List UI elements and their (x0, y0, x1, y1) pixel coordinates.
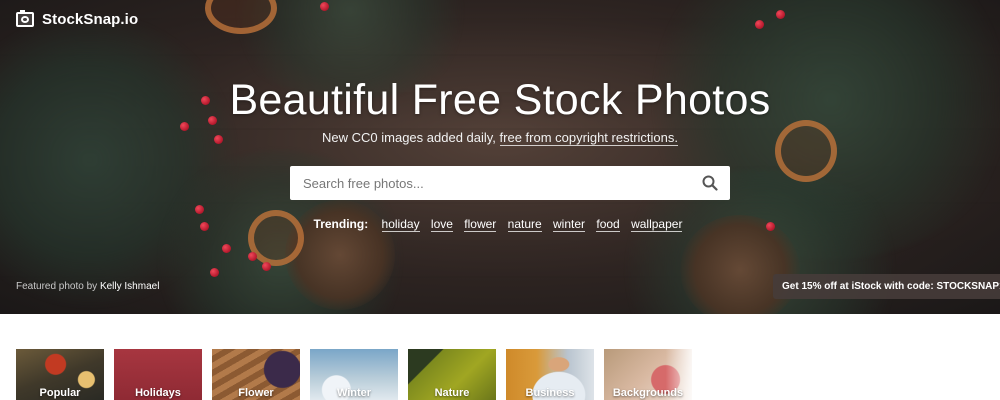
trending-tags: Trending: holiday love flower nature win… (0, 217, 1000, 232)
berry-decoration (320, 2, 329, 11)
category-tile-popular[interactable]: Popular (16, 349, 104, 400)
photo-credit: Featured photo by Kelly Ishmael (16, 281, 159, 292)
photographer-link[interactable]: Kelly Ishmael (100, 281, 159, 292)
berry-decoration (262, 262, 271, 271)
trending-tag-food[interactable]: food (596, 217, 620, 232)
category-tile-business[interactable]: Business (506, 349, 594, 400)
trending-tag-winter[interactable]: winter (553, 217, 586, 232)
copyright-info-link[interactable]: free from copyright restrictions. (499, 130, 678, 146)
category-tile-winter[interactable]: Winter (310, 349, 398, 400)
category-label: Winter (336, 387, 372, 399)
search-bar (290, 166, 730, 200)
category-label: Business (525, 387, 575, 399)
trending-label: Trending: (313, 217, 369, 231)
category-tile-holidays[interactable]: Holidays (114, 349, 202, 400)
berry-decoration (222, 244, 231, 253)
photo-credit-prefix: Featured photo by (16, 281, 100, 292)
category-list: Popular Holidays Flower Winter Nature Bu… (16, 349, 692, 400)
istock-promo-button[interactable]: Get 15% off at iStock with code: STOCKSN… (773, 274, 1000, 299)
camera-icon (16, 10, 34, 27)
site-name: StockSnap.io (42, 11, 139, 28)
category-label: Backgrounds (612, 387, 684, 399)
category-tile-nature[interactable]: Nature (408, 349, 496, 400)
trending-tag-love[interactable]: love (430, 217, 453, 232)
hero-title: Beautiful Free Stock Photos (229, 76, 771, 124)
berry-decoration (755, 20, 764, 29)
category-label: Holidays (135, 387, 181, 399)
category-label: Flower (238, 387, 274, 399)
search-button[interactable] (690, 166, 730, 200)
category-tile-backgrounds[interactable]: Backgrounds (604, 349, 692, 400)
hero-subtitle: New CC0 images added daily, free from co… (0, 130, 1000, 146)
search-input[interactable] (290, 167, 690, 199)
trending-tag-flower[interactable]: flower (464, 217, 497, 232)
search-icon (702, 175, 718, 191)
promo-text: Get 15% off at iStock with code: STOCKSN… (782, 281, 1000, 292)
trending-tag-nature[interactable]: nature (507, 217, 542, 232)
category-label: Nature (434, 387, 470, 399)
hero-banner: StockSnap.io Beautiful Free Stock Photos… (0, 0, 1000, 314)
berry-decoration (210, 268, 219, 277)
berry-decoration (776, 10, 785, 19)
trending-tag-holiday[interactable]: holiday (381, 217, 420, 232)
category-label: Popular (39, 387, 81, 399)
hero-subtitle-text: New CC0 images added daily, (322, 130, 500, 145)
site-logo[interactable]: StockSnap.io (16, 10, 139, 28)
trending-tag-wallpaper[interactable]: wallpaper (631, 217, 683, 232)
category-tile-flower[interactable]: Flower (212, 349, 300, 400)
berry-decoration (248, 252, 257, 261)
berry-decoration (195, 205, 204, 214)
